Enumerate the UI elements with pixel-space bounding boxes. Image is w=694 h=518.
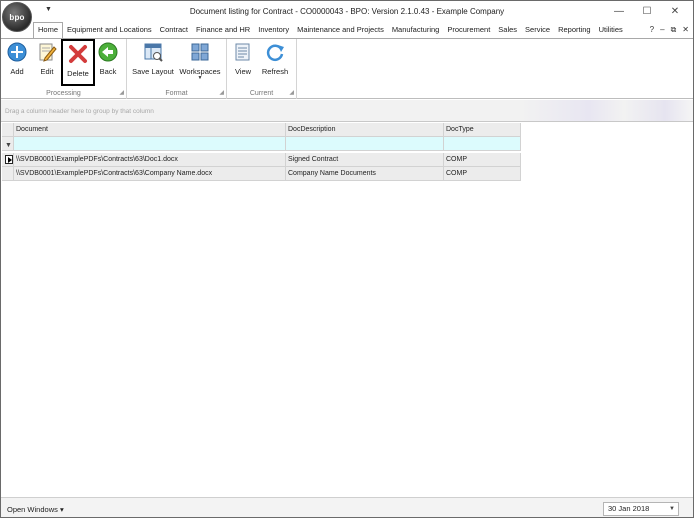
refresh-icon xyxy=(266,44,284,61)
tab-equipment-and-locations[interactable]: Equipment and Locations xyxy=(63,23,156,38)
back-button[interactable]: Back xyxy=(96,41,120,81)
group-label-format: Format xyxy=(165,90,188,97)
group-label-current: Current xyxy=(249,90,274,97)
mdi-close-icon[interactable]: ✕ xyxy=(682,25,689,35)
row-indicator xyxy=(2,153,14,167)
maximize-button[interactable]: ☐ xyxy=(633,4,661,20)
view-button[interactable]: View xyxy=(231,41,255,81)
cell-docdescription[interactable]: Signed Contract xyxy=(286,153,444,167)
tab-procurement[interactable]: Procurement xyxy=(443,23,494,38)
workspaces-icon xyxy=(191,43,209,61)
filter-cell-docdescription[interactable] xyxy=(286,137,444,151)
edit-button[interactable]: Edit xyxy=(34,41,60,81)
cell-doctype[interactable]: COMP xyxy=(444,153,521,167)
refresh-button[interactable]: Refresh xyxy=(259,41,291,81)
tab-sales[interactable]: Sales xyxy=(494,23,521,38)
app-window: ▼ Document listing for Contract - CO0000… xyxy=(0,0,694,518)
view-icon xyxy=(235,43,250,61)
mdi-minimize-icon[interactable]: – xyxy=(660,25,664,35)
ribbon-group-format: Save Layout Workspaces ▼ Format ◢ xyxy=(127,39,227,99)
tab-service[interactable]: Service xyxy=(521,23,554,38)
mdi-restore-icon[interactable]: ⧉ xyxy=(671,25,677,35)
add-icon xyxy=(7,42,27,62)
filter-icon: ▼ xyxy=(5,142,12,149)
row-indicator xyxy=(2,167,14,181)
column-header-doctype[interactable]: DocType xyxy=(444,123,521,137)
window-title: Document listing for Contract - CO000004… xyxy=(189,7,505,16)
window-controls: — ☐ ✕ xyxy=(605,4,689,20)
ribbon-tabs: Home Equipment and Locations Contract Fi… xyxy=(33,22,627,38)
edit-icon xyxy=(39,43,57,62)
group-label-processing: Processing xyxy=(46,90,81,97)
add-button[interactable]: Add xyxy=(4,41,30,81)
filter-cell-document[interactable] xyxy=(14,137,286,151)
mdi-controls: ? – ⧉ ✕ xyxy=(650,25,689,35)
ribbon-group-processing: Add Edit Delete Back Processing ◢ xyxy=(1,39,127,99)
column-header-document[interactable]: Document xyxy=(14,123,286,137)
date-value: 30 Jan 2018 xyxy=(608,504,650,513)
workspaces-dropdown-icon: ▼ xyxy=(197,75,203,81)
current-row-icon xyxy=(5,155,13,164)
tab-reporting[interactable]: Reporting xyxy=(554,23,595,38)
group-by-hint: Drag a column header here to group by th… xyxy=(5,108,154,115)
ribbon-body: Add Edit Delete Back Processing ◢ Save L… xyxy=(1,38,693,99)
cell-doctype[interactable]: COMP xyxy=(444,167,521,181)
save-layout-icon xyxy=(144,43,163,62)
save-layout-button[interactable]: Save Layout xyxy=(130,41,176,81)
back-arrow-icon xyxy=(98,42,118,62)
group-by-panel[interactable]: Drag a column header here to group by th… xyxy=(1,100,693,122)
tab-finance-and-hr[interactable]: Finance and HR xyxy=(192,23,254,38)
open-windows-button[interactable]: Open Windows ▾ xyxy=(7,505,64,514)
minimize-button[interactable]: — xyxy=(605,4,633,20)
tab-manufacturing[interactable]: Manufacturing xyxy=(388,23,444,38)
logo-text: bpo xyxy=(9,13,25,22)
column-header-docdescription[interactable]: DocDescription xyxy=(286,123,444,137)
filter-cell-doctype[interactable] xyxy=(444,137,521,151)
chevron-down-icon[interactable]: ▼ xyxy=(669,503,675,515)
delete-icon xyxy=(69,45,87,63)
filter-row-indicator: ▼ xyxy=(2,137,14,151)
delete-button[interactable]: Delete xyxy=(61,39,95,86)
title-bar: ▼ Document listing for Contract - CO0000… xyxy=(1,1,693,23)
tab-maintenance-and-projects[interactable]: Maintenance and Projects xyxy=(293,23,388,38)
dialog-launcher-icon[interactable]: ◢ xyxy=(289,89,294,96)
dialog-launcher-icon[interactable]: ◢ xyxy=(119,89,124,96)
help-icon[interactable]: ? xyxy=(650,25,654,35)
workspaces-button[interactable]: Workspaces ▼ xyxy=(178,41,222,81)
tab-inventory[interactable]: Inventory xyxy=(254,23,293,38)
grid-corner xyxy=(2,123,14,137)
ribbon-group-current: View Refresh Current ◢ xyxy=(227,39,297,99)
tab-home[interactable]: Home xyxy=(33,22,64,38)
date-field[interactable]: 30 Jan 2018 ▼ xyxy=(603,502,679,516)
cell-document[interactable]: \\SVDB0001\ExamplePDFs\Contracts\63\Comp… xyxy=(14,167,286,181)
dialog-launcher-icon[interactable]: ◢ xyxy=(219,89,224,96)
tab-contract[interactable]: Contract xyxy=(156,23,192,38)
cell-document[interactable]: \\SVDB0001\ExamplePDFs\Contracts\63\Doc1… xyxy=(14,153,286,167)
close-button[interactable]: ✕ xyxy=(661,4,689,20)
app-menu-logo[interactable]: bpo xyxy=(2,2,32,32)
tab-utilities[interactable]: Utilities xyxy=(595,23,627,38)
status-bar: Open Windows ▾ 30 Jan 2018 ▼ xyxy=(1,497,693,517)
cell-docdescription[interactable]: Company Name Documents xyxy=(286,167,444,181)
